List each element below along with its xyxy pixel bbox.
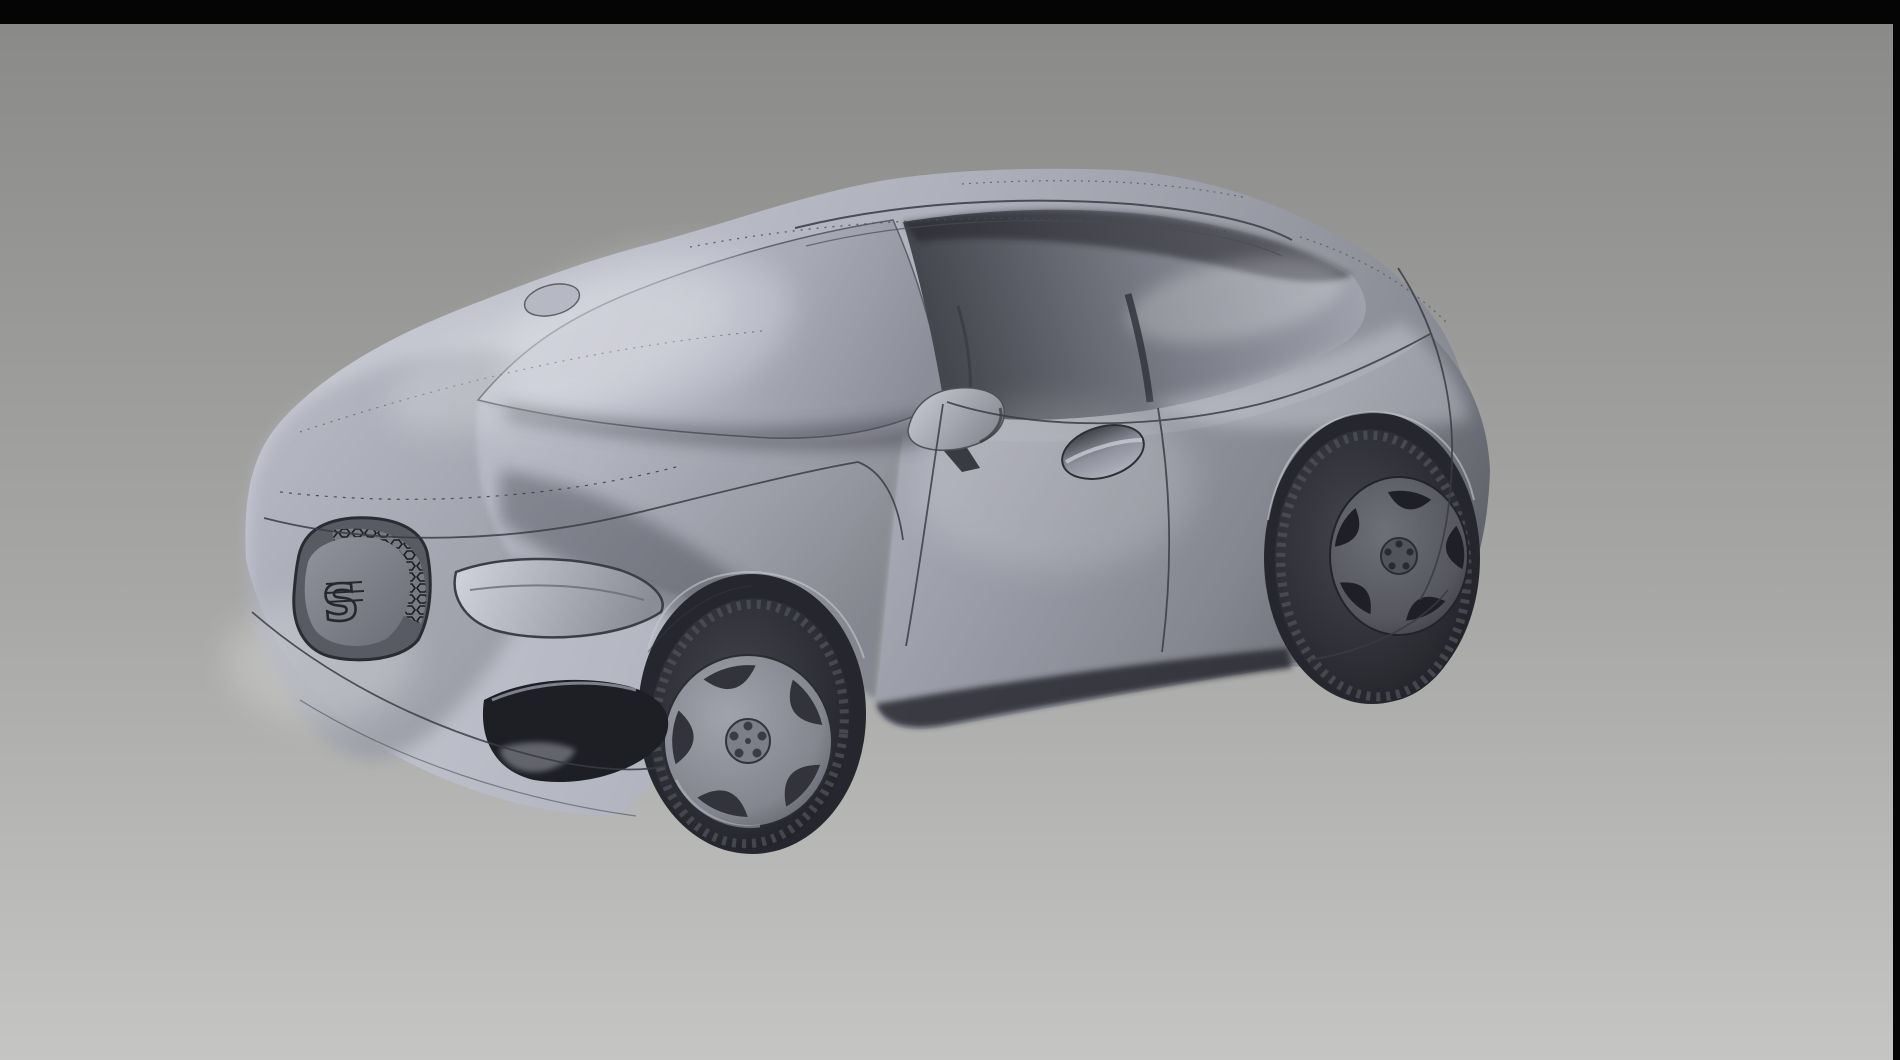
car-render: S (0, 0, 1900, 1060)
letterbox-right-bar (1893, 0, 1900, 1060)
front-wheel (637, 572, 866, 860)
